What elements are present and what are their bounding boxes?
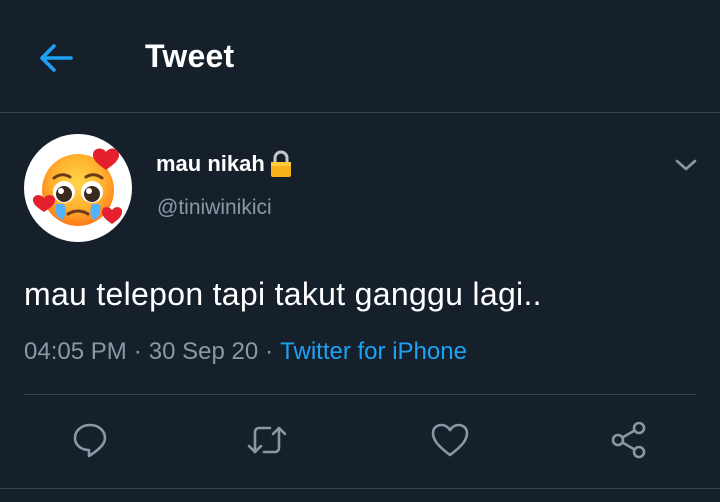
reply-icon (73, 423, 107, 458)
tweet-time: 04:05 PM (24, 338, 127, 365)
divider (24, 394, 696, 395)
avatar[interactable] (24, 134, 132, 242)
retweet-icon (247, 426, 287, 454)
display-name[interactable]: mau nikah (156, 150, 293, 178)
reply-button[interactable] (68, 418, 112, 462)
lock-icon (269, 150, 293, 178)
divider (0, 488, 720, 489)
tweet-date: 30 Sep 20 (148, 338, 259, 365)
back-button[interactable] (32, 36, 80, 80)
retweet-button[interactable] (245, 418, 289, 462)
user-handle[interactable]: @tiniwinikici (157, 196, 272, 220)
more-options-button[interactable] (670, 150, 702, 180)
arrow-left-icon (40, 44, 73, 72)
pleading-face-icon (32, 148, 123, 226)
tweet-meta: 04:05 PM · 30 Sep 20 · Twitter for iPhone (24, 338, 467, 366)
meta-separator: · (265, 338, 274, 365)
meta-separator: · (133, 338, 142, 365)
page-title: Tweet (145, 38, 235, 74)
display-name-text: mau nikah (156, 151, 265, 176)
tweet-detail-screen: Tweet mau nikah @tiniwinikici mau telepo… (0, 0, 720, 502)
tweet-text: mau telepon tapi takut ganggu lagi.. (24, 276, 542, 312)
like-icon (431, 423, 469, 457)
like-button[interactable] (428, 418, 472, 462)
tweet-source-link[interactable]: Twitter for iPhone (280, 338, 467, 365)
chevron-down-icon (675, 159, 697, 171)
share-button[interactable] (607, 418, 651, 462)
share-icon (611, 421, 646, 459)
top-bar: Tweet (0, 0, 720, 113)
